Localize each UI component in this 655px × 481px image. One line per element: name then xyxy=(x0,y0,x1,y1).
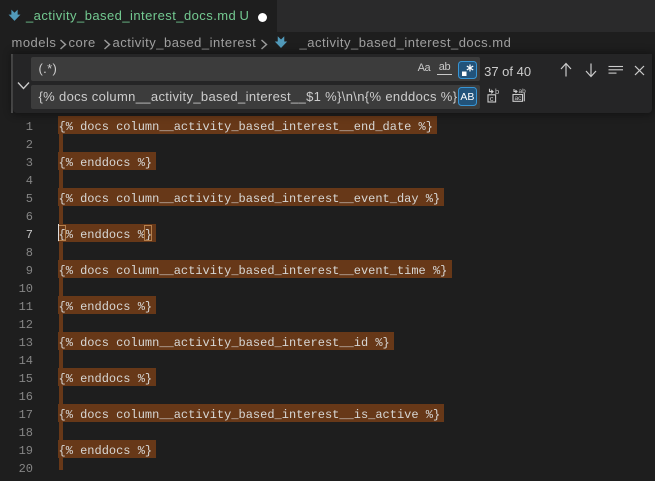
svg-text:b: b xyxy=(495,88,499,96)
svg-text:c: c xyxy=(489,94,493,103)
svg-text:ab: ab xyxy=(519,88,527,95)
svg-text:ac: ac xyxy=(515,95,523,102)
